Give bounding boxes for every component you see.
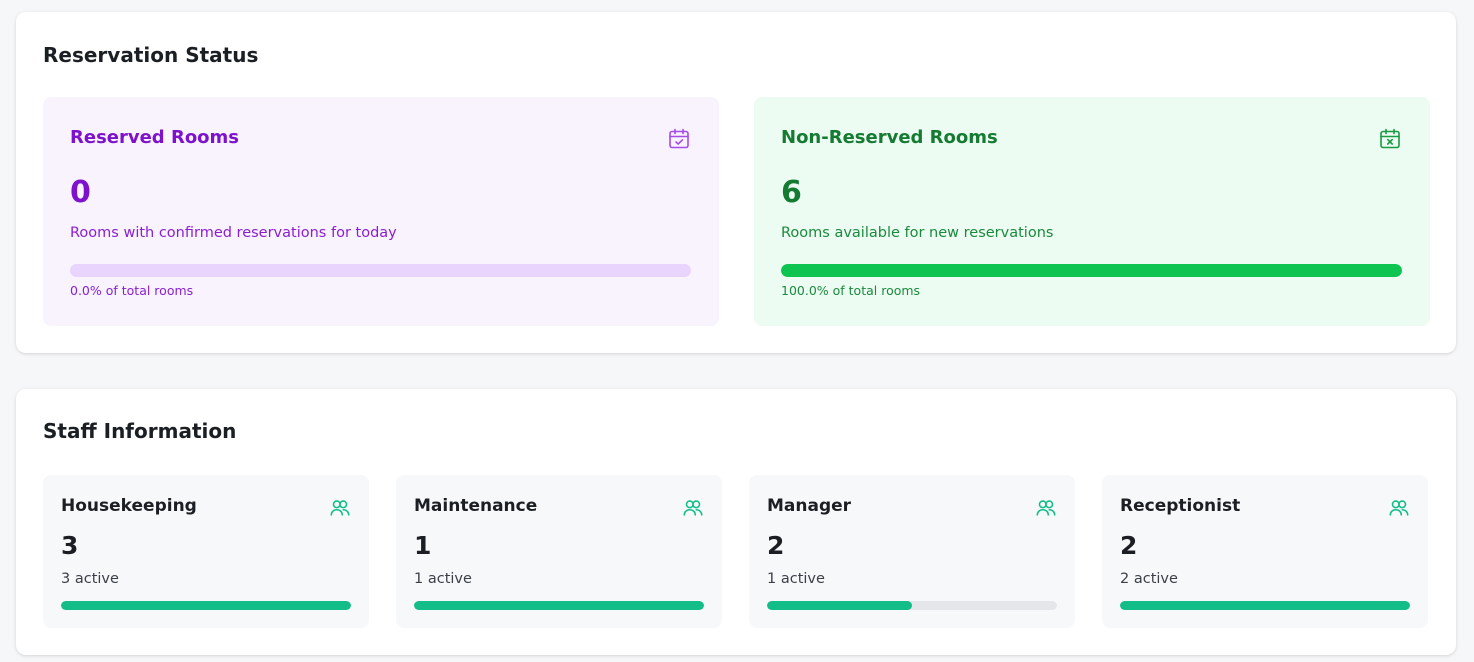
staff-role-label: Manager xyxy=(767,496,852,516)
non-reserved-rooms-card: Non-Reserved Rooms 6 Rooms available for… xyxy=(754,97,1430,326)
reserved-rooms-title: Reserved Rooms xyxy=(70,127,240,148)
staff-card-housekeeping: Housekeeping 3 3 active xyxy=(43,475,369,628)
staff-role-label: Maintenance xyxy=(414,496,538,516)
non-reserved-rooms-description: Rooms available for new reservations xyxy=(781,225,1054,241)
staff-count: 1 xyxy=(414,531,432,560)
non-reserved-rooms-title: Non-Reserved Rooms xyxy=(781,127,998,148)
staff-progress-bar xyxy=(414,601,704,610)
staff-progress-fill xyxy=(414,601,704,610)
reservation-status-title: Reservation Status xyxy=(43,43,259,67)
staff-role-label: Housekeeping xyxy=(61,496,197,516)
reserved-rooms-count: 0 xyxy=(70,175,91,210)
non-reserved-rooms-progress-bar xyxy=(781,264,1402,277)
reserved-rooms-card: Reserved Rooms 0 Rooms with confirmed re… xyxy=(43,97,719,326)
staff-count: 2 xyxy=(767,531,785,560)
reserved-rooms-progress-bar xyxy=(70,264,691,277)
staff-count: 2 xyxy=(1120,531,1138,560)
staff-card-receptionist: Receptionist 2 2 active xyxy=(1102,475,1428,628)
reserved-rooms-percentage: 0.0% of total rooms xyxy=(70,283,194,298)
staff-progress-bar xyxy=(767,601,1057,610)
non-reserved-rooms-percentage: 100.0% of total rooms xyxy=(781,283,921,298)
reservation-status-panel: Reservation Status Reserved Rooms 0 Room… xyxy=(16,12,1456,353)
staff-card-manager: Manager 2 1 active xyxy=(749,475,1075,628)
users-icon xyxy=(329,497,351,519)
calendar-x-icon xyxy=(1378,127,1402,151)
staff-role-label: Receptionist xyxy=(1120,496,1241,516)
reserved-rooms-description: Rooms with confirmed reservations for to… xyxy=(70,225,397,241)
staff-active-count: 3 active xyxy=(61,571,119,587)
staff-active-count: 2 active xyxy=(1120,571,1178,587)
staff-progress-bar xyxy=(61,601,351,610)
non-reserved-rooms-progress-fill xyxy=(781,264,1402,277)
staff-active-count: 1 active xyxy=(414,571,472,587)
non-reserved-rooms-count: 6 xyxy=(781,175,802,210)
staff-progress-fill xyxy=(1120,601,1410,610)
calendar-check-icon xyxy=(667,127,691,151)
users-icon xyxy=(1388,497,1410,519)
staff-information-title: Staff Information xyxy=(43,419,237,443)
users-icon xyxy=(1035,497,1057,519)
staff-count: 3 xyxy=(61,531,79,560)
staff-card-maintenance: Maintenance 1 1 active xyxy=(396,475,722,628)
staff-progress-fill xyxy=(767,601,912,610)
staff-progress-fill xyxy=(61,601,351,610)
staff-progress-bar xyxy=(1120,601,1410,610)
staff-active-count: 1 active xyxy=(767,571,825,587)
staff-information-panel: Staff Information Housekeeping 3 3 activ… xyxy=(16,389,1456,655)
users-icon xyxy=(682,497,704,519)
